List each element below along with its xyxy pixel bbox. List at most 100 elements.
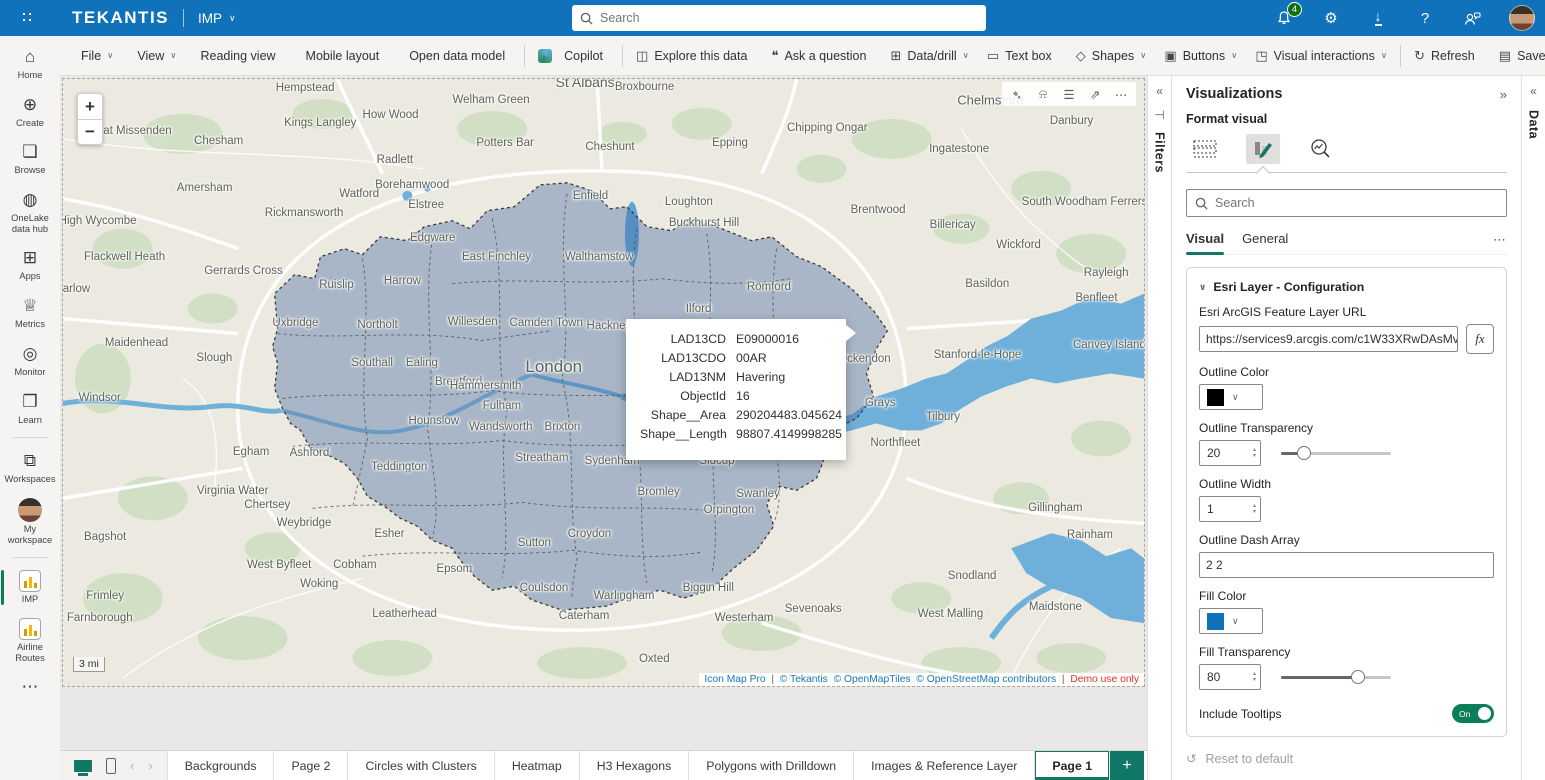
expand-filters-icon[interactable]: « [1156,84,1163,98]
nav-item[interactable] [13,557,47,558]
workspace-switcher[interactable]: IMP ∨ [198,11,236,26]
ribbon-item[interactable] [1400,45,1401,67]
nav-item[interactable]: Airline Routes [1,616,59,665]
nav-item[interactable]: ⋯ [1,674,59,702]
zoom-in-button[interactable]: + [77,93,103,119]
attribution-link[interactable]: © OpenMapTiles [834,674,914,685]
mobile-view-icon[interactable] [106,758,116,774]
tab-general[interactable]: General [1242,231,1288,248]
page-tab[interactable]: Page 1 [1035,751,1110,780]
nav-item[interactable]: ⊕ Create [1,92,59,131]
help-icon[interactable]: ? [1415,8,1435,28]
nav-item[interactable]: My workspace [1,496,59,547]
fields-tab-icon[interactable] [1188,134,1222,164]
previous-page-icon[interactable]: ‹ [130,758,134,773]
ribbon-item[interactable]: ▣ Buttons ∨ [1155,36,1246,76]
analytics-tab-icon[interactable] [1304,134,1338,164]
ribbon-item[interactable]: Mobile layout [291,36,395,76]
focus-mode-icon[interactable]: ⇗ [1084,84,1106,104]
notifications-icon[interactable]: 4 [1274,8,1294,28]
user-avatar[interactable] [1509,5,1535,31]
page-tab[interactable]: Page 2 [274,751,348,780]
page-tab[interactable]: Circles with Clusters [348,751,494,780]
nav-item[interactable]: ❏ Browse [1,139,59,178]
expand-data-icon[interactable]: « [1530,84,1537,98]
page-tab[interactable]: Backgrounds [168,751,275,780]
more-options-icon[interactable]: ⋯ [1493,232,1507,248]
attribution-link[interactable]: Demo use only [1070,674,1139,685]
include-tooltips-toggle[interactable]: On [1452,704,1494,723]
spinner-arrows[interactable]: ▴▾ [1253,503,1260,515]
pin-pane-icon[interactable]: ⊣ [1154,108,1164,122]
page-tab[interactable]: H3 Hexagons [580,751,690,780]
ribbon-item[interactable]: ◫ Explore this data [627,36,762,76]
outline-transparency-slider[interactable] [1281,446,1391,460]
nav-item[interactable]: ⌂ Home [1,44,59,83]
ribbon-item[interactable]: ◇ Shapes ∨ [1067,36,1156,76]
settings-icon[interactable]: ⚙ [1321,8,1341,28]
ribbon-item[interactable] [524,45,525,67]
outline-dash-array-input[interactable]: 2 2 [1199,552,1494,578]
outline-color-dropdown[interactable]: ∨ [1199,384,1263,410]
nav-item[interactable]: ⧉ Workspaces [1,448,59,487]
collapse-pane-icon[interactable]: » [1500,87,1507,102]
data-pane-title[interactable]: Data [1527,110,1541,139]
attribution-link[interactable]: © Tekantis [780,674,831,685]
new-page-button[interactable]: + [1110,751,1144,780]
reset-to-default-button[interactable]: ↺ Reset to default [1186,751,1507,766]
format-search[interactable] [1186,189,1507,217]
nav-item[interactable]: ◍ OneLake data hub [1,187,59,236]
ribbon-item[interactable]: ⊞ Data/drill ∨ [881,36,977,76]
attribution-link[interactable]: Icon Map Pro [704,674,765,685]
ribbon-item[interactable]: ❝ Ask a question [762,36,881,76]
attribution-link[interactable]: | [1059,674,1067,685]
zoom-out-button[interactable]: − [77,119,103,145]
page-tab[interactable]: Images & Reference Layer [854,751,1035,780]
ribbon-item[interactable]: ◳ Visual interactions ∨ [1246,36,1396,76]
ribbon-item[interactable]: Open data model [394,36,520,76]
nav-item[interactable]: ♕ Metrics [1,293,59,332]
page-tab[interactable]: Polygons with Drilldown [689,751,854,780]
page-tab[interactable]: Heatmap [495,751,580,780]
nav-item[interactable]: ❐ Learn [1,389,59,428]
icon-map-pro-visual[interactable]: St Albans Hempstead Welham Green Broxbou… [62,78,1145,687]
ribbon-item[interactable]: File ∨ [66,36,122,76]
ribbon-item[interactable]: ▭ Text box [978,36,1067,76]
pin-visual-icon[interactable]: ➴ [1006,84,1028,104]
filters-pane-title[interactable]: Filters [1153,132,1167,173]
format-search-input[interactable] [1215,196,1498,210]
ribbon-item[interactable]: View ∨ [122,36,185,76]
fill-color-dropdown[interactable]: ∨ [1199,608,1263,634]
fill-transparency-slider[interactable] [1281,670,1391,684]
nav-item[interactable]: ◎ Monitor [1,341,59,380]
attribution-link[interactable]: © OpenStreetMap contributors [916,674,1056,685]
fill-transparency-spinner[interactable]: 80 ▴▾ [1199,664,1261,690]
nav-item[interactable]: ⊞ Apps [1,245,59,284]
attribution-link[interactable]: | [769,674,777,685]
spinner-arrows[interactable]: ▴▾ [1253,671,1260,683]
download-icon[interactable]: ↓ [1368,8,1388,28]
next-page-icon[interactable]: › [148,758,152,773]
spinner-arrows[interactable]: ▴▾ [1253,447,1260,459]
global-search[interactable] [572,5,986,31]
ribbon-item[interactable]: Reading view [186,36,291,76]
ribbon-item[interactable]: Copilot [529,36,618,76]
waffle-menu-icon[interactable] [10,0,46,36]
ribbon-item[interactable]: ▤ Save [1490,36,1545,76]
tab-visual[interactable]: Visual [1186,231,1224,248]
ribbon-item[interactable]: ↻ Refresh [1405,36,1490,76]
ribbon-item[interactable] [622,45,623,67]
nav-item[interactable] [13,437,47,438]
outline-transparency-spinner[interactable]: 20 ▴▾ [1199,440,1261,466]
outline-width-spinner[interactable]: 1 ▴▾ [1199,496,1261,522]
section-esri-layer-configuration[interactable]: ∨ Esri Layer - Configuration [1199,280,1494,294]
filter-icon[interactable]: ☰ [1058,84,1080,104]
feedback-icon[interactable] [1462,8,1482,28]
nav-item[interactable]: IMP [1,568,59,607]
esri-url-input[interactable]: https://services9.arcgis.com/c1W33XRwDAs… [1199,326,1458,352]
more-options-icon[interactable]: ⋯ [1110,84,1132,104]
format-tab-icon[interactable] [1246,134,1280,164]
alerts-icon[interactable]: ⍾ [1032,84,1054,104]
search-input[interactable] [600,11,978,25]
fx-conditional-format-button[interactable]: fx [1466,324,1494,354]
